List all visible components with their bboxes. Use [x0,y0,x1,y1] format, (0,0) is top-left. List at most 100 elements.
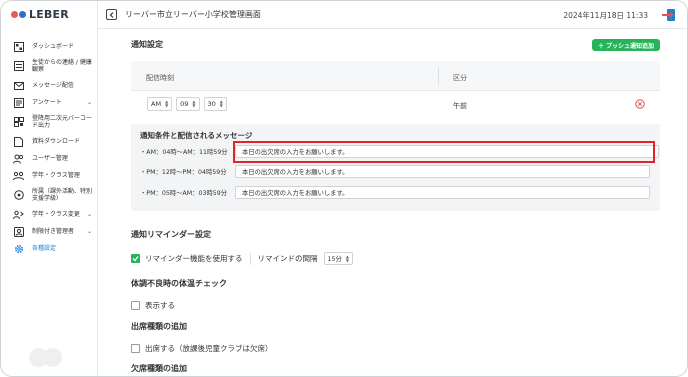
sidebar-item-label: アンケート [32,99,62,106]
column-header-time: 配信時刻 [146,74,174,82]
delivery-time-picker: AM ▲ ▼ 09 ▲ ▼ 30 ▲ ▼ [147,97,227,111]
sidebar-item-label: ダッシュボード [32,43,75,50]
sidebar-item-contact[interactable]: 生徒からの連絡 / 健康観察 [1,55,98,77]
header-datetime: 2024年11月18日 11:33 [563,11,648,20]
condition-label: ・PM：05時〜AM：03時59分 [140,190,228,197]
sidebar-item-message[interactable]: メッセージ配信 [1,77,98,94]
updown-icon: ▲ ▼ [219,99,223,108]
reminder-interval-value: 15分 [327,256,342,263]
sidebar-item-label: 所属（課外活動、特別支援学級） [32,188,93,202]
group-icon [13,190,24,201]
sidebar-item-survey[interactable]: アンケート ⌄ [1,94,98,111]
condition-message-input[interactable] [235,145,659,158]
temperature-checkbox[interactable] [131,301,140,310]
mail-icon [13,80,24,91]
attendance-type-checkbox[interactable] [131,344,140,353]
brand-logo[interactable]: LEBER [11,8,69,21]
temperature-checkbox-row: 表示する [131,300,175,311]
condition-row: ・AM：04時〜AM：11時59分 [140,145,659,158]
add-push-notification-button[interactable]: ＋ プッシュ通知追加 [592,39,660,51]
ampm-select[interactable]: AM ▲ ▼ [147,97,173,111]
reminder-checkbox-label: リマインダー機能を使用する [145,254,243,263]
chevron-left-icon [109,11,113,18]
temperature-section-title: 体調不良時の体温チェック [131,279,227,288]
logo-dot-red [11,11,18,18]
kubun-value: 午前 [453,102,467,110]
sidebar-item-settings[interactable]: 各種設定 [1,240,98,257]
app-window: LEBER ダッシュボード 生徒からの連絡 / 健康観察 メッセージ配信 アンケ… [0,0,688,377]
close-circle-icon [635,99,645,109]
sidebar-item-group[interactable]: 所属（課外活動、特別支援学級） [1,184,98,206]
condition-panel: 通知条件と配信されるメッセージ ・AM：04時〜AM：11時59分 ・PM：12… [131,124,660,211]
condition-message-input[interactable] [235,165,650,178]
condition-message-input[interactable] [235,186,650,199]
survey-icon [13,97,24,108]
add-push-notification-label: プッシュ通知追加 [606,42,655,50]
updown-icon: ▲ ▼ [345,253,349,263]
condition-panel-title: 通知条件と配信されるメッセージ [140,131,253,140]
users-icon [13,153,24,164]
condition-row: ・PM：05時〜AM：03時59分 [140,186,650,199]
sidebar-item-label: 生徒からの連絡 / 健康観察 [32,59,92,73]
updown-icon: ▲ ▼ [165,99,169,108]
back-button[interactable] [106,9,117,20]
attendance-type-checkbox-label: 出席する（放課後児童クラブは欠席） [145,344,273,353]
attendance-type-checkbox-row: 出席する（放課後児童クラブは欠席） [131,343,273,354]
sidebar-item-label: 各種設定 [32,245,57,252]
logout-icon [662,9,675,21]
condition-label: ・AM：04時〜AM：11時59分 [140,149,228,156]
page-title: リーバー市立リーバー小学校管理画面 [125,10,261,19]
sidebar-item-class-change[interactable]: 学年・クラス変更 ⌄ [1,206,98,223]
temperature-checkbox-label: 表示する [145,301,175,310]
reminder-section-title: 通知リマインダー設定 [131,230,211,239]
chevron-down-icon: ⌄ [86,211,92,218]
logo-dot-blue [19,11,26,18]
sidebar-item-label: メッセージ配信 [32,82,74,89]
sidebar-item-label: 学年・クラス管理 [32,172,80,179]
dashboard-icon [13,41,24,52]
minute-value: 30 [207,100,216,108]
reminder-checkbox[interactable] [131,254,140,263]
sidebar-item-label: 登降用二次元バーコード出力 [32,115,93,129]
column-header-kubun: 区分 [453,74,467,82]
sidebar-item-dashboard[interactable]: ダッシュボード [1,38,98,55]
reminder-interval-label: リマインドの間隔 [257,254,318,263]
check-icon [132,256,139,262]
condition-row: ・PM：12時〜PM：04時59分 [140,165,650,178]
watermark-circle [43,348,62,367]
reminder-interval-select[interactable]: 15分 ▲ ▼ [323,252,353,265]
class-change-icon [13,209,24,220]
brand-name: LEBER [29,8,69,21]
sidebar-item-qrcode[interactable]: 登降用二次元バーコード出力 [1,111,98,133]
plus-icon: ＋ [597,42,604,50]
sidebar-item-label: 学年・クラス変更 [32,211,80,218]
qrcode-icon [13,117,24,128]
top-header: リーバー市立リーバー小学校管理画面 2024年11月18日 11:33 [98,1,687,29]
gear-icon [13,243,24,254]
class-icon [13,170,24,181]
sidebar-nav: ダッシュボード 生徒からの連絡 / 健康観察 メッセージ配信 アンケート ⌄ 登… [1,38,98,257]
sidebar-item-label: 資料ダウンロード [32,138,81,145]
delete-row-button[interactable] [635,99,645,109]
schedule-table-header: 配信時刻 区分 [131,61,660,91]
notification-section-title: 通知設定 [131,40,163,49]
column-divider [438,68,439,85]
logout-button[interactable] [661,7,677,23]
reminder-settings-row: リマインダー機能を使用する リマインドの間隔 15分 ▲ ▼ [131,252,353,265]
absence-type-section-title: 欠席種類の追加 [131,364,187,373]
sidebar-item-class[interactable]: 学年・クラス管理 [1,167,98,184]
chevron-down-icon: ⌄ [86,228,92,235]
ampm-value: AM [151,100,162,108]
sidebar-item-label: 制限付き管理者 [32,228,75,235]
hour-value: 09 [180,100,189,108]
contact-icon [13,61,24,72]
sidebar-item-download[interactable]: 資料ダウンロード [1,133,98,150]
sidebar-item-users[interactable]: ユーザー管理 [1,150,98,167]
sidebar-item-admin[interactable]: 制限付き管理者 ⌄ [1,223,98,240]
condition-label: ・PM：12時〜PM：04時59分 [140,169,227,176]
attendance-type-section-title: 出席種類の追加 [131,322,187,331]
minute-select[interactable]: 30 ▲ ▼ [203,97,227,111]
logo-mark [11,11,26,18]
hour-select[interactable]: 09 ▲ ▼ [176,97,200,111]
brand-watermark [29,348,62,367]
